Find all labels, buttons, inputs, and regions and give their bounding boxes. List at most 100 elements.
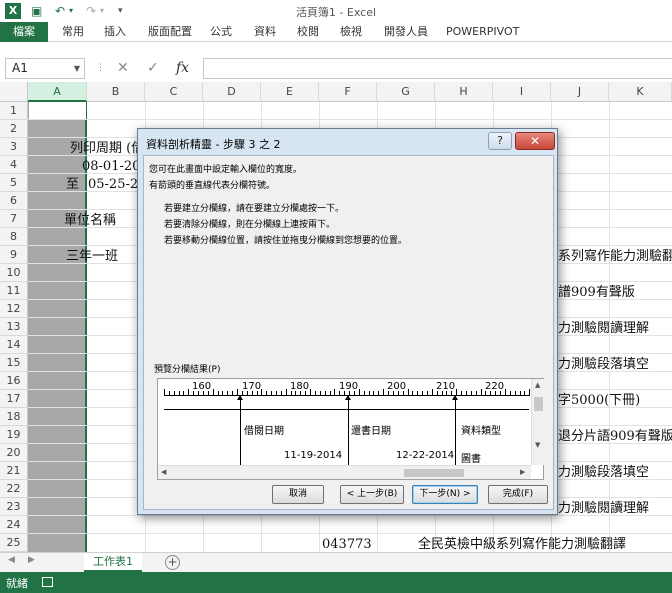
row-header-10[interactable]: 10 [0, 264, 28, 282]
row-header-24[interactable]: 24 [0, 516, 28, 534]
sheet-prev-icon[interactable]: ◀ [8, 555, 15, 565]
confirm-entry-icon[interactable]: ✓ [147, 58, 159, 79]
ruler-tick [461, 391, 463, 395]
back-button[interactable]: < 上一步(B) [340, 485, 404, 504]
preview-vertical-scrollbar[interactable]: ▲ ▼ [531, 379, 544, 465]
column-header-d[interactable]: D [203, 82, 261, 102]
column-header-j[interactable]: J [551, 82, 609, 102]
preview-horizontal-scrollbar[interactable]: ◀ ▶ [158, 465, 531, 479]
cancel-entry-icon[interactable]: ✕ [117, 58, 129, 79]
gridline [28, 533, 672, 534]
row-header-20[interactable]: 20 [0, 444, 28, 462]
macro-record-icon[interactable] [42, 577, 53, 587]
column-header-g[interactable]: G [377, 82, 435, 102]
row-header-11[interactable]: 11 [0, 282, 28, 300]
formula-input[interactable] [203, 58, 672, 79]
next-button[interactable]: 下一步(N) > [412, 485, 478, 504]
cell-j9[interactable]: 系列寫作能力測驗翻 [558, 248, 672, 266]
insert-function-icon[interactable]: fx [176, 58, 189, 79]
ruler-tick [368, 391, 370, 395]
cell-j17[interactable]: 字5000(下冊) [558, 392, 640, 410]
active-cell-a1[interactable] [29, 102, 86, 120]
ruler-tick [319, 391, 321, 395]
ruler-tick [227, 391, 229, 395]
column-break-line[interactable] [455, 396, 456, 473]
column-break-line[interactable] [240, 396, 241, 473]
tab-review[interactable]: 校閱 [297, 22, 319, 42]
ruler-tick [431, 389, 433, 396]
finish-button[interactable]: 完成(F) [488, 485, 548, 504]
help-button[interactable]: ? [488, 132, 512, 150]
cell-j19[interactable]: 退分片語909有聲版 [558, 428, 672, 446]
sheet-tab-1[interactable]: 工作表1 [84, 553, 142, 572]
tab-powerpivot[interactable]: POWERPIVOT [446, 22, 519, 42]
cell-a3[interactable]: 列印周期 (借 [70, 140, 144, 158]
cancel-button[interactable]: 取消 [272, 485, 324, 504]
row-header-13[interactable]: 13 [0, 318, 28, 336]
row-header-8[interactable]: 8 [0, 228, 28, 246]
row-header-9[interactable]: 9 [0, 246, 28, 264]
row-header-4[interactable]: 4 [0, 156, 28, 174]
tab-page-layout[interactable]: 版面配置 [148, 22, 192, 42]
ruler-tick [529, 389, 531, 396]
scroll-down-icon[interactable]: ▼ [535, 441, 540, 449]
select-all-corner[interactable] [0, 82, 28, 102]
row-header-17[interactable]: 17 [0, 390, 28, 408]
row-header-25[interactable]: 25 [0, 534, 28, 552]
row-header-23[interactable]: 23 [0, 498, 28, 516]
column-header-e[interactable]: E [261, 82, 319, 102]
cell-j23[interactable]: 力測驗閱讀理解 [558, 500, 649, 518]
cell-a7[interactable]: 單位名稱 [64, 212, 116, 230]
row-header-16[interactable]: 16 [0, 372, 28, 390]
column-header-k[interactable]: K [609, 82, 672, 102]
row-header-7[interactable]: 7 [0, 210, 28, 228]
tab-view[interactable]: 檢視 [340, 22, 362, 42]
scroll-up-icon[interactable]: ▲ [535, 381, 540, 389]
column-header-h[interactable]: H [435, 82, 493, 102]
row-header-19[interactable]: 19 [0, 426, 28, 444]
row-header-14[interactable]: 14 [0, 336, 28, 354]
scroll-right-icon[interactable]: ▶ [520, 468, 525, 476]
column-header-i[interactable]: I [493, 82, 551, 102]
column-header-c[interactable]: C [145, 82, 203, 102]
cell-a5[interactable]: 至 [66, 176, 79, 194]
data-preview[interactable]: 160 170 180 190 200 210 220 借閱日期 還書日期 資料… [157, 378, 544, 480]
cell-j21[interactable]: 力測驗段落填空 [558, 464, 649, 482]
ruler-tick [475, 391, 477, 395]
column-break-line[interactable] [348, 396, 349, 473]
row-header-15[interactable]: 15 [0, 354, 28, 372]
formula-bar: A1 ▼ ⋮ ✕ ✓ fx [0, 54, 672, 82]
row-header-21[interactable]: 21 [0, 462, 28, 480]
cell-j13[interactable]: 力測驗閱讀理解 [558, 320, 649, 338]
cell-j11[interactable]: 譜909有聲版 [558, 284, 635, 302]
scroll-left-icon[interactable]: ◀ [161, 468, 166, 476]
column-break-arrow-icon[interactable] [345, 395, 351, 400]
row-header-6[interactable]: 6 [0, 192, 28, 210]
add-sheet-icon[interactable]: + [165, 555, 180, 570]
tab-data[interactable]: 資料 [254, 22, 276, 42]
row-header-2[interactable]: 2 [0, 120, 28, 138]
column-header-b[interactable]: B [87, 82, 145, 102]
tab-insert[interactable]: 插入 [104, 22, 126, 42]
selected-column-a[interactable] [28, 102, 87, 552]
name-box[interactable]: A1 ▼ [5, 58, 85, 79]
row-header-3[interactable]: 3 [0, 138, 28, 156]
cell-a9[interactable]: 三年一班 [66, 248, 118, 266]
row-header-1[interactable]: 1 [0, 102, 28, 120]
column-header-a[interactable]: A [28, 82, 87, 102]
row-header-18[interactable]: 18 [0, 408, 28, 426]
tab-home[interactable]: 常用 [62, 22, 84, 42]
column-header-f[interactable]: F [319, 82, 377, 102]
tab-formulas[interactable]: 公式 [210, 22, 232, 42]
scroll-thumb[interactable] [534, 397, 543, 411]
cell-j15[interactable]: 力測驗段落填空 [558, 356, 649, 374]
scroll-thumb[interactable] [404, 469, 464, 477]
row-header-5[interactable]: 5 [0, 174, 28, 192]
tab-developer[interactable]: 開發人員 [384, 22, 428, 42]
row-header-22[interactable]: 22 [0, 480, 28, 498]
sheet-next-icon[interactable]: ▶ [28, 555, 35, 565]
row-header-12[interactable]: 12 [0, 300, 28, 318]
tab-file[interactable]: 檔案 [0, 22, 48, 42]
name-box-dropdown-icon[interactable]: ▼ [74, 59, 80, 78]
close-button[interactable]: ✕ [515, 132, 555, 150]
